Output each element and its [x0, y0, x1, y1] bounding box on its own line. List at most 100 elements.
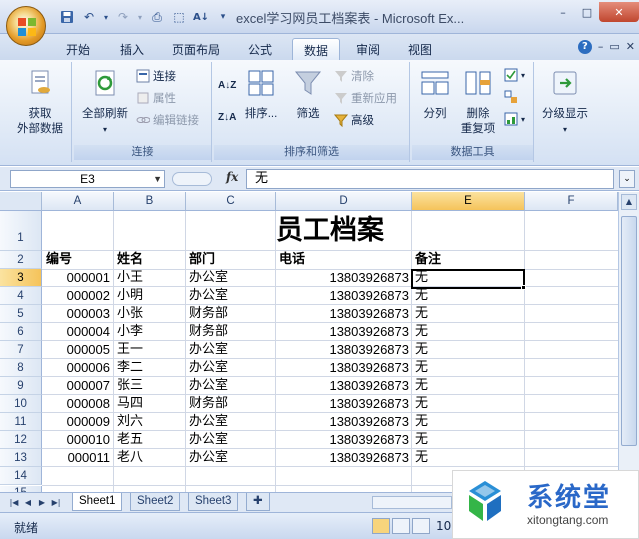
row-header[interactable]: 6: [0, 323, 42, 341]
cell-name[interactable]: 王一: [117, 341, 143, 359]
row-header[interactable]: 7: [0, 341, 42, 359]
cell-phone[interactable]: 13803926873: [276, 431, 409, 449]
cell-dept[interactable]: 办公室: [189, 413, 228, 431]
save-icon[interactable]: [58, 8, 76, 26]
cell-dept[interactable]: 办公室: [189, 377, 228, 395]
cell-id[interactable]: 000008: [42, 395, 110, 413]
ribbon-restore-icon[interactable]: ▭: [609, 40, 619, 54]
clear-filter-button[interactable]: 清除: [334, 68, 374, 84]
tab-insert[interactable]: 插入: [110, 38, 154, 60]
column-header-c[interactable]: C: [186, 192, 276, 211]
cell-phone[interactable]: 13803926873: [276, 269, 409, 287]
cell-name[interactable]: 小明: [117, 287, 143, 305]
tab-page-layout[interactable]: 页面布局: [164, 38, 228, 60]
next-sheet-icon[interactable]: ▶: [36, 496, 48, 509]
remove-duplicates-button[interactable]: 删除 重复项: [456, 68, 500, 137]
cell-phone[interactable]: 13803926873: [276, 449, 409, 467]
row-header-14[interactable]: 14: [0, 467, 42, 485]
undo-dropdown-icon[interactable]: ▾: [102, 8, 110, 26]
text-to-columns-button[interactable]: 分列: [416, 68, 454, 122]
outline-button[interactable]: 分级显示 ▾: [538, 68, 592, 137]
row-header[interactable]: 5: [0, 305, 42, 323]
name-box[interactable]: E3 ▼: [10, 170, 165, 188]
insert-function-button[interactable]: fx: [226, 170, 238, 184]
cell-phone[interactable]: 13803926873: [276, 341, 409, 359]
cell-id[interactable]: 000001: [42, 269, 110, 287]
sort-az-icon[interactable]: A↓: [192, 8, 210, 26]
cell-note[interactable]: 无: [415, 341, 428, 359]
last-sheet-icon[interactable]: ▶|: [50, 496, 62, 509]
cell-note[interactable]: 无: [415, 431, 428, 449]
page-layout-view-button[interactable]: [392, 518, 410, 534]
row-header-2[interactable]: 2: [0, 251, 42, 269]
cell-phone[interactable]: 13803926873: [276, 413, 409, 431]
customize-qat-icon[interactable]: ▾: [214, 8, 232, 26]
cell-id[interactable]: 000006: [42, 359, 110, 377]
close-button[interactable]: ✕: [599, 2, 639, 22]
cell-dept[interactable]: 财务部: [189, 395, 228, 413]
cell-phone[interactable]: 13803926873: [276, 323, 409, 341]
row-header[interactable]: 12: [0, 431, 42, 449]
data-validation-button[interactable]: ▾: [504, 68, 525, 82]
sheet-tab-3[interactable]: Sheet3: [188, 493, 239, 511]
cell-note[interactable]: 无: [415, 377, 428, 395]
sort-ascending-button[interactable]: A↓Z: [218, 80, 236, 91]
page-break-view-button[interactable]: [412, 518, 430, 534]
cell-dept[interactable]: 办公室: [189, 449, 228, 467]
cell-phone[interactable]: 13803926873: [276, 395, 409, 413]
properties-button[interactable]: 属性: [136, 90, 176, 106]
minimize-button[interactable]: –: [551, 2, 575, 22]
ribbon-minimize-icon[interactable]: –: [598, 40, 604, 54]
cell-id[interactable]: 000004: [42, 323, 110, 341]
cell-phone[interactable]: 13803926873: [276, 359, 409, 377]
zoom-level[interactable]: 10: [436, 519, 451, 533]
horizontal-scrollbar[interactable]: [372, 496, 452, 509]
cell-note[interactable]: 无: [415, 359, 428, 377]
reapply-button[interactable]: 重新应用: [334, 90, 397, 106]
cell-id[interactable]: 000003: [42, 305, 110, 323]
select-region-icon[interactable]: ⬚: [170, 8, 188, 26]
cell-dept[interactable]: 办公室: [189, 431, 228, 449]
column-header-e[interactable]: E: [412, 192, 525, 211]
cell-name[interactable]: 刘六: [117, 413, 143, 431]
tab-formulas[interactable]: 公式: [238, 38, 282, 60]
column-header-d[interactable]: D: [276, 192, 412, 211]
cell-name[interactable]: 马四: [117, 395, 143, 413]
tab-view[interactable]: 视图: [398, 38, 442, 60]
advanced-filter-button[interactable]: 高级: [333, 112, 374, 128]
select-all-corner[interactable]: [0, 192, 42, 211]
edit-links-button[interactable]: 编辑链接: [136, 112, 199, 128]
cell-name[interactable]: 老八: [117, 449, 143, 467]
cell-dept[interactable]: 财务部: [189, 305, 228, 323]
ribbon-close-icon[interactable]: ✕: [626, 40, 635, 54]
sort-button[interactable]: 排序...: [244, 68, 278, 122]
vertical-scrollbar[interactable]: ▲: [618, 192, 639, 492]
cell-note[interactable]: 无: [415, 449, 428, 467]
outline-dropdown-icon[interactable]: ▾: [538, 122, 592, 137]
column-header-b[interactable]: B: [114, 192, 186, 211]
refresh-dropdown-icon[interactable]: ▾: [78, 122, 132, 137]
filter-button[interactable]: 筛选: [288, 68, 328, 122]
office-button[interactable]: [6, 6, 46, 46]
row-header[interactable]: 8: [0, 359, 42, 377]
connections-button[interactable]: 连接: [136, 68, 176, 84]
cell-dept[interactable]: 办公室: [189, 287, 228, 305]
undo-icon[interactable]: ↶: [80, 8, 98, 26]
cell-dept[interactable]: 办公室: [189, 269, 228, 287]
cell-name[interactable]: 老五: [117, 431, 143, 449]
cell-id[interactable]: 000009: [42, 413, 110, 431]
scroll-up-icon[interactable]: ▲: [621, 194, 637, 210]
formula-bar-resize-handle[interactable]: [172, 172, 212, 186]
row-header[interactable]: 13: [0, 449, 42, 467]
cell-dept[interactable]: 财务部: [189, 323, 228, 341]
cell-note[interactable]: 无: [415, 323, 428, 341]
get-external-data-button[interactable]: 获取 外部数据: [10, 68, 70, 137]
cell-phone[interactable]: 13803926873: [276, 287, 409, 305]
cell-note[interactable]: 无: [415, 287, 428, 305]
cell-id[interactable]: 000007: [42, 377, 110, 395]
column-header-a[interactable]: A: [42, 192, 114, 211]
cell-phone[interactable]: 13803926873: [276, 305, 409, 323]
normal-view-button[interactable]: [372, 518, 390, 534]
cell-id[interactable]: 000011: [42, 449, 110, 467]
row-header[interactable]: 11: [0, 413, 42, 431]
